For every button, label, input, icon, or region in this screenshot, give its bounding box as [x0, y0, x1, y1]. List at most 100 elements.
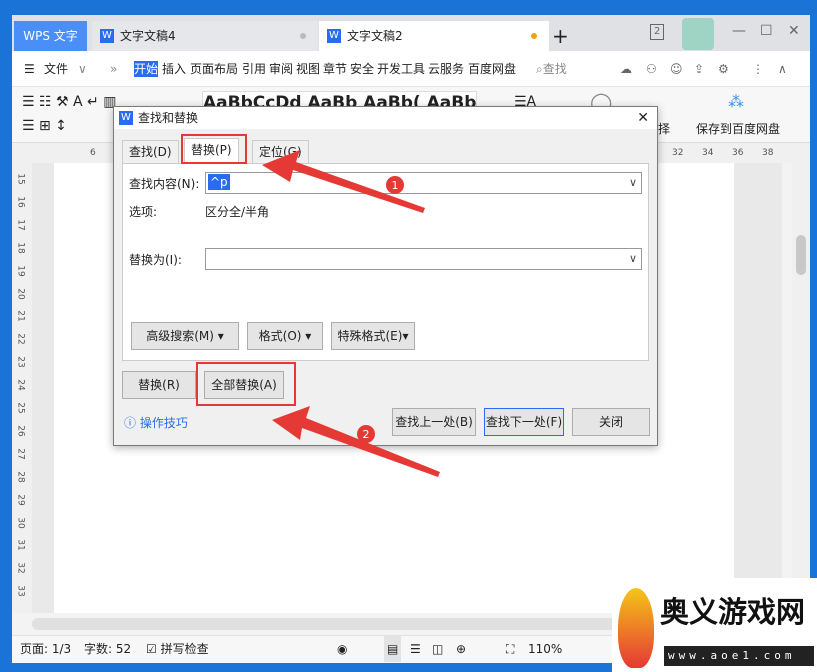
share-user-icon[interactable]: ⚇ — [646, 61, 657, 77]
watermark-name: 奥义游戏网 — [660, 595, 806, 629]
tab-label: 文字文稿2 — [347, 29, 403, 43]
doc-icon: W — [100, 29, 114, 43]
menu-security[interactable]: 安全 — [350, 61, 374, 77]
replace-input[interactable]: ∨ — [205, 248, 642, 270]
replace-panel: 查找内容(N): ^p ∨ 选项: 区分全/半角 替换为(I): ∨ 高级搜索(M… — [122, 163, 649, 361]
button-label: 特殊格式(E) — [337, 329, 403, 343]
tab-doc4[interactable]: W 文字文稿4 — [92, 21, 318, 51]
tips-link[interactable]: ⓘ 操作技巧 — [124, 415, 188, 431]
tab-doc2[interactable]: W 文字文稿2 — [319, 21, 549, 51]
fit-icon[interactable]: ⛶ — [506, 636, 514, 662]
phoenix-logo-icon — [618, 588, 654, 668]
tips-label: 操作技巧 — [139, 416, 188, 430]
ruler-tick: 27 — [15, 448, 26, 460]
avatar[interactable] — [682, 18, 714, 50]
window-count[interactable]: 2 — [650, 24, 665, 40]
replace-button[interactable]: 替换(R) — [122, 371, 196, 399]
collapse-icon[interactable]: ∧ — [778, 61, 787, 77]
outline-view-icon[interactable]: ☰ — [410, 636, 421, 662]
more-icon[interactable]: » — [110, 61, 117, 77]
checkbox-icon: ☑ — [146, 642, 157, 656]
ruler-tick: 34 — [702, 148, 714, 158]
close-icon[interactable]: ✕ — [788, 21, 800, 41]
cloud-icon[interactable]: ☁ — [620, 61, 632, 77]
ruler-tick: 22 — [15, 333, 26, 346]
ruler-tick: 38 — [762, 148, 774, 158]
more-vertical-icon[interactable]: ⋮ — [752, 61, 764, 77]
ruler-tick: 21 — [15, 310, 26, 323]
menu-section[interactable]: 章节 — [323, 61, 347, 77]
comment-icon[interactable]: ☺ — [670, 61, 683, 77]
ruler-tick: 29 — [15, 493, 26, 506]
new-tab-button[interactable]: + — [552, 21, 569, 51]
ruler-tick: 32 — [15, 562, 26, 575]
read-view-icon[interactable]: ◫ — [432, 636, 443, 662]
highlight-replace-all — [196, 362, 296, 406]
find-next-button[interactable]: 查找下一处(F) — [484, 408, 564, 436]
baidu-cloud-icon: ⁂ — [728, 92, 744, 111]
find-input[interactable]: ^p ∨ — [205, 172, 642, 194]
menu-baidu[interactable]: 百度网盘 — [468, 61, 516, 77]
search-button[interactable]: ⌕查找 — [536, 61, 567, 77]
chevron-down-icon[interactable]: ∨ — [629, 250, 637, 268]
tab-label: 文字文稿4 — [120, 29, 176, 43]
close-button[interactable]: 关闭 — [572, 408, 650, 436]
special-format-button[interactable]: 特殊格式(E)▾ — [331, 322, 415, 350]
unsaved-dot-icon — [531, 33, 537, 39]
list-icon[interactable]: ☰ ☷ ⚒ A ↵ ▥ — [22, 93, 116, 111]
tab-bar: WPS 文字 W 文字文稿4 W 文字文稿2 + 2 — ☐ ✕ — [12, 15, 810, 51]
menu-insert[interactable]: 插入 — [162, 61, 186, 77]
menu-reference[interactable]: 引用 — [242, 61, 266, 77]
chevron-down-icon[interactable]: ∨ — [78, 61, 87, 77]
vertical-ruler[interactable]: 15 16 17 18 19 20 21 22 23 24 25 26 27 28 29 30 31 32 33 — [12, 163, 32, 613]
page-view-icon[interactable]: ▤ — [384, 636, 402, 662]
tab-goto[interactable]: 定位(G) — [252, 140, 309, 164]
ruler-tick: 36 — [732, 148, 744, 158]
select-label[interactable]: 择 — [658, 121, 670, 137]
word-count[interactable]: 字数: 52 — [84, 636, 131, 662]
minimize-icon[interactable]: — — [732, 21, 746, 41]
find-previous-button[interactable]: 查找上一处(B) — [392, 408, 476, 436]
ruler-tick: 20 — [15, 287, 26, 300]
options-value: 区分全/半角 — [205, 205, 270, 219]
scroll-thumb[interactable] — [796, 235, 806, 275]
zoom-level[interactable]: 110% — [528, 636, 562, 662]
menu-review[interactable]: 审阅 — [269, 61, 293, 77]
align-icon[interactable]: ☰ ⊞ ↕ — [22, 117, 67, 135]
close-icon[interactable]: ✕ — [637, 107, 649, 129]
tab-find[interactable]: 查找(D) — [122, 140, 179, 164]
advanced-search-button[interactable]: 高级搜索(M) ▾ — [131, 322, 239, 350]
vertical-scrollbar[interactable] — [792, 163, 810, 613]
page-count[interactable]: 页面: 1/3 — [20, 636, 71, 662]
eye-protect-icon[interactable]: ◉ — [337, 636, 347, 662]
options-label: 选项: — [129, 205, 158, 219]
watermark-logo: 奥义游戏网 www.aoe1.com — [612, 578, 817, 672]
web-view-icon[interactable]: ⊕ — [456, 636, 466, 662]
unsaved-dot-icon — [300, 33, 306, 39]
export-icon[interactable]: ⇪ — [694, 61, 704, 77]
menu-start[interactable]: 开始 — [134, 61, 159, 77]
menu-layout[interactable]: 页面布局 — [190, 61, 238, 77]
find-value: ^p — [208, 174, 230, 190]
menu-devtools[interactable]: 开发工具 — [377, 61, 425, 77]
spell-check-button[interactable]: ☑ 拼写检查 — [146, 636, 209, 662]
menu-icon[interactable]: ☰ — [24, 61, 35, 77]
dialog-title: 查找和替换 — [138, 111, 199, 125]
chevron-down-icon[interactable]: ∨ — [629, 174, 637, 192]
replace-label: 替换为(I): — [129, 253, 182, 267]
maximize-icon[interactable]: ☐ — [760, 21, 773, 41]
dialog-titlebar: W 查找和替换 ✕ — [114, 107, 657, 129]
gear-icon[interactable]: ⚙ — [718, 61, 729, 77]
menu-cloud[interactable]: 云服务 — [428, 61, 464, 77]
menu-file[interactable]: 文件 — [44, 61, 68, 77]
menu-view[interactable]: 视图 — [296, 61, 320, 77]
wps-home-tab[interactable]: WPS 文字 — [14, 21, 87, 51]
spell-label: 拼写检查 — [160, 642, 209, 656]
ruler-tick: 19 — [15, 264, 26, 277]
ruler-tick: 25 — [15, 402, 26, 414]
ruler-tick: 18 — [15, 241, 26, 254]
format-button[interactable]: 格式(O) ▾ — [247, 322, 323, 350]
ruler-tick: 23 — [15, 356, 26, 368]
save-baidu-button[interactable]: 保存到百度网盘 — [696, 121, 780, 137]
play-icon: ⓘ — [124, 416, 137, 430]
